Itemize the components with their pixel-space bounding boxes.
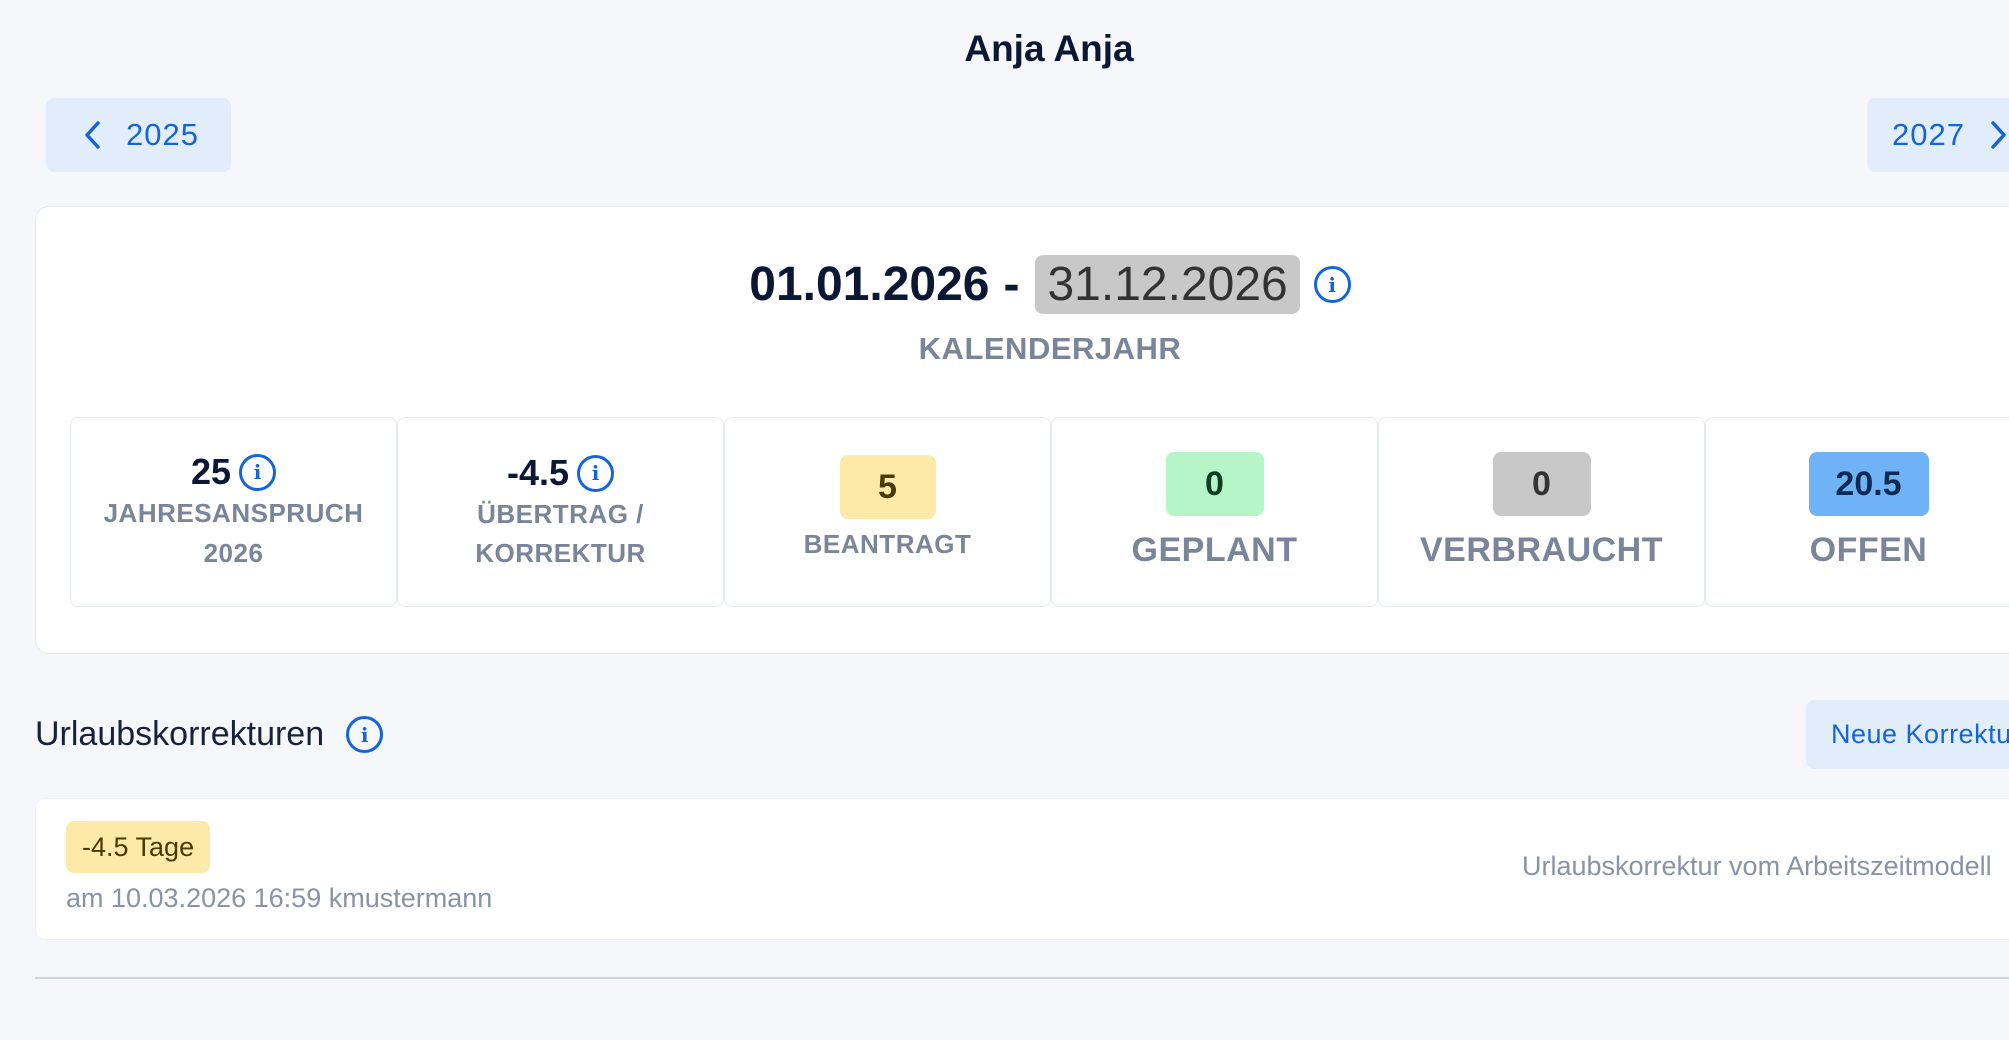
- period-end: 31.12.2026: [1035, 255, 1300, 314]
- correction-meta: am 10.03.2026 16:59 kmustermann: [66, 883, 493, 913]
- next-year-label: 2027: [1892, 117, 1965, 152]
- info-icon[interactable]: i: [346, 716, 384, 753]
- correction-description: Urlaubskorrektur vom Arbeitszeitmodell: [1522, 851, 1992, 881]
- page-title: Anja Anja: [964, 28, 1134, 69]
- stat-used: 0 VERBRAUCHT: [1378, 417, 1705, 607]
- next-year-button[interactable]: 2027: [1867, 98, 2009, 172]
- stats-row: 25 i JAHRESANSPRUCH 2026 -4.5 i ÜBERTRAG…: [70, 417, 2009, 607]
- used-badge: 0: [1492, 452, 1591, 516]
- stat-carryover: -4.5 i ÜBERTRAG / KORREKTUR: [397, 417, 724, 607]
- chevron-left-icon: [82, 120, 104, 150]
- prev-year-label: 2025: [126, 117, 199, 152]
- carryover-label-line2: KORREKTUR: [475, 538, 646, 568]
- carryover-label-line1: ÜBERTRAG /: [477, 499, 644, 529]
- chevron-right-icon: [1987, 120, 2009, 150]
- carryover-value: -4.5: [506, 452, 570, 493]
- stat-planned: 0 GEPLANT: [1051, 417, 1378, 607]
- entitlement-label: JAHRESANSPRUCH: [103, 498, 364, 528]
- corrections-section-title: Urlaubskorrekturen i: [35, 715, 384, 754]
- planned-badge: 0: [1165, 452, 1264, 516]
- info-icon[interactable]: i: [1313, 266, 1351, 303]
- open-badge: 20.5: [1808, 452, 1929, 516]
- correction-amount-badge: -4.5 Tage: [66, 821, 211, 873]
- info-icon[interactable]: i: [577, 454, 615, 492]
- prev-year-button[interactable]: 2025: [46, 98, 231, 172]
- requested-badge: 5: [839, 455, 936, 519]
- stat-entitlement: 25 i JAHRESANSPRUCH 2026: [70, 417, 397, 607]
- vacation-summary-card: 01.01.2026 - 31.12.2026 i KALENDERJAHR 2…: [35, 206, 2009, 654]
- open-label: OFFEN: [1809, 531, 1928, 569]
- period-type-label: KALENDERJAHR: [918, 331, 1182, 366]
- period-start: 01.01.2026: [749, 258, 990, 311]
- requested-label: BEANTRAGT: [803, 529, 972, 559]
- period-separator: -: [1003, 258, 1020, 311]
- used-label: VERBRAUCHT: [1420, 531, 1663, 569]
- entitlement-value: 25: [190, 451, 232, 492]
- info-icon[interactable]: i: [239, 453, 277, 491]
- correction-item[interactable]: -4.5 Tage am 10.03.2026 16:59 kmusterman…: [35, 798, 2009, 940]
- planned-label: GEPLANT: [1131, 531, 1298, 569]
- corrections-title: Urlaubskorrekturen: [35, 715, 325, 753]
- divider: [35, 977, 2009, 979]
- entitlement-year: 2026: [203, 538, 264, 568]
- period-range: 01.01.2026 - 31.12.2026 i: [36, 255, 2009, 314]
- new-correction-button[interactable]: Neue Korrektur: [1806, 700, 2009, 769]
- stat-requested: 5 BEANTRAGT: [724, 417, 1051, 607]
- stat-open: 20.5 OFFEN: [1705, 417, 2009, 607]
